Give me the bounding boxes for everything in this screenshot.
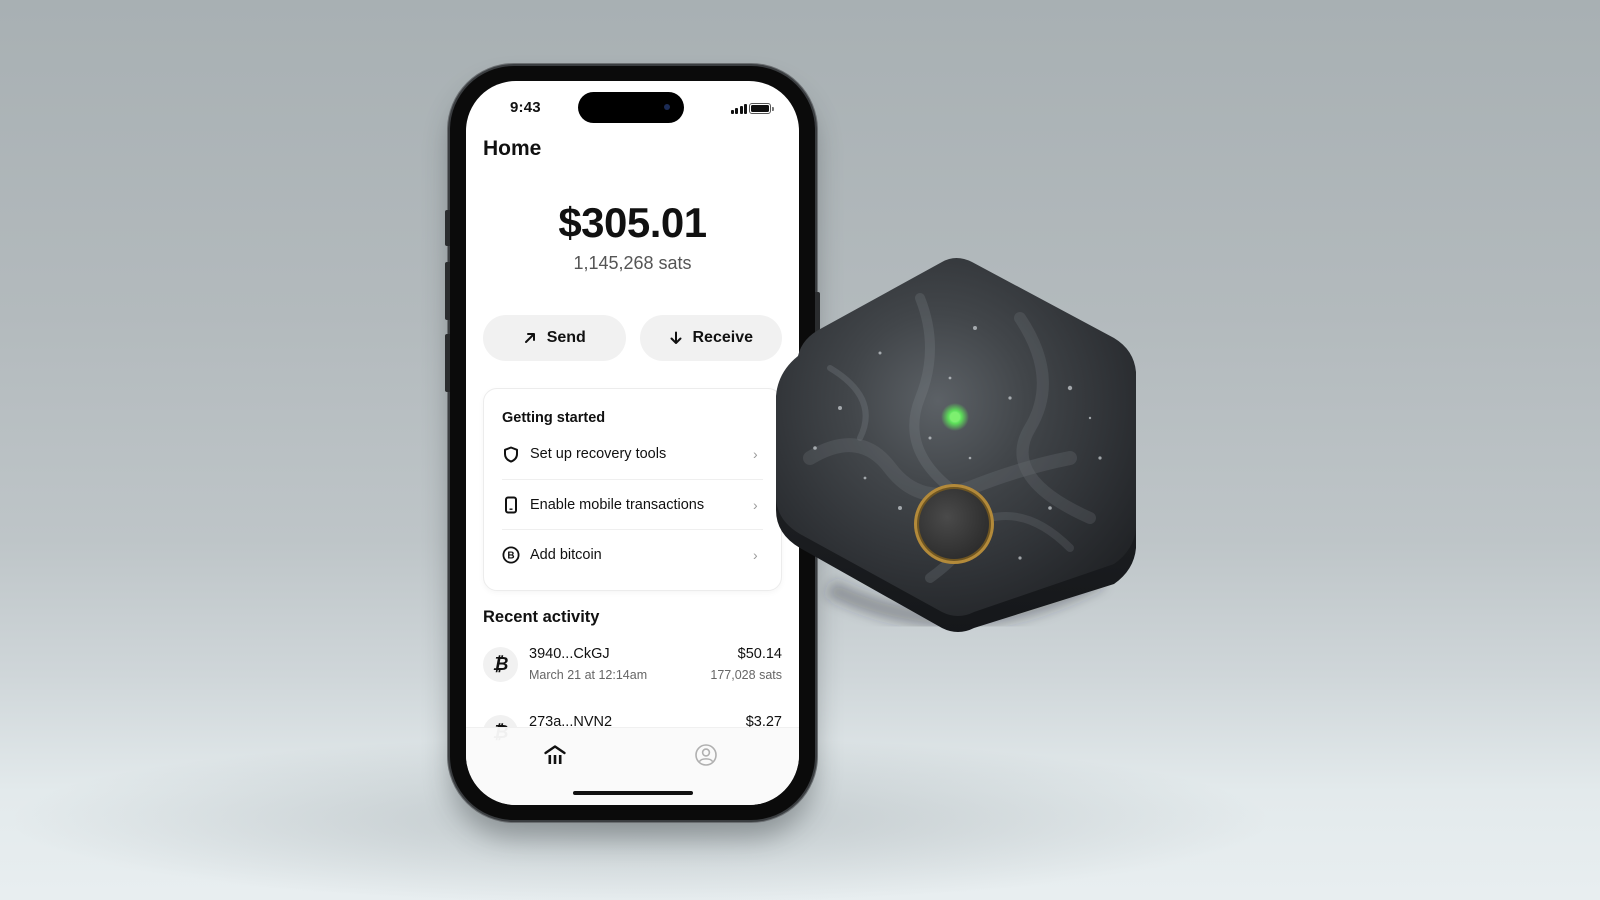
- bitcoin-circle-icon: B: [502, 546, 520, 564]
- chevron-right-icon: ›: [753, 546, 758, 563]
- shield-icon: [502, 445, 520, 463]
- add-bitcoin-item[interactable]: B Add bitcoin ›: [502, 529, 763, 579]
- action-button: [445, 210, 450, 246]
- item-label: Enable mobile transactions: [530, 496, 705, 513]
- arrow-up-right-icon: [524, 333, 535, 343]
- fingerprint-button[interactable]: [914, 484, 994, 564]
- phone-screen: 9:43 Home $305.01 1,145,268 sats Send Re…: [466, 81, 799, 805]
- send-button[interactable]: Send: [483, 315, 626, 361]
- status-bar: 9:43: [466, 81, 799, 135]
- send-label: Send: [546, 329, 586, 346]
- hardware-wallet-device: [770, 258, 1142, 638]
- user-circle-icon: [695, 744, 717, 766]
- tab-home[interactable]: [540, 740, 570, 770]
- item-label: Set up recovery tools: [530, 446, 667, 462]
- volume-up-button: [445, 262, 450, 320]
- card-title: Getting started: [502, 410, 606, 426]
- recent-activity-title: Recent activity: [483, 608, 600, 626]
- phone-mockup: 9:43 Home $305.01 1,145,268 sats Send Re…: [445, 66, 820, 820]
- dynamic-island: [578, 92, 684, 123]
- product-scene: 9:43 Home $305.01 1,145,268 sats Send Re…: [0, 0, 1600, 900]
- tab-bar: [466, 727, 799, 805]
- battery-icon: [749, 103, 774, 114]
- cellular-signal-icon: [730, 104, 747, 114]
- enable-mobile-transactions-item[interactable]: Enable mobile transactions ›: [502, 479, 763, 529]
- tx-date: March 21 at 12:14am: [529, 668, 648, 682]
- status-time: 9:43: [510, 99, 541, 116]
- bank-icon: [544, 745, 566, 764]
- item-label: Add bitcoin: [530, 546, 602, 563]
- setup-recovery-tools-item[interactable]: Set up recovery tools ›: [502, 429, 763, 479]
- tab-profile[interactable]: [691, 740, 721, 770]
- svg-text:B: B: [507, 550, 514, 561]
- tx-sats: 177,028 sats: [710, 668, 782, 682]
- action-buttons: Send Receive: [483, 315, 782, 361]
- receive-button[interactable]: Receive: [639, 315, 782, 361]
- receive-label: Receive: [692, 329, 754, 346]
- camera-icon: [664, 104, 670, 110]
- arrow-down-icon: [670, 331, 681, 344]
- tx-address: 3940...CkGJ: [529, 646, 610, 662]
- tx-amount: $50.14: [737, 646, 782, 662]
- phone-icon: [502, 496, 520, 514]
- page-title: Home: [483, 137, 542, 160]
- chevron-right-icon: ›: [753, 496, 758, 513]
- volume-down-button: [445, 334, 450, 392]
- hardware-wallet-illustration: [776, 258, 1136, 632]
- balance-usd: $305.01: [558, 199, 707, 246]
- bitcoin-icon: ₿: [483, 647, 518, 682]
- getting-started-card: Getting started Set up recovery tools › …: [483, 388, 782, 591]
- transaction-row[interactable]: ₿ 3940...CkGJ March 21 at 12:14am $50.14…: [483, 645, 782, 689]
- home-indicator[interactable]: [572, 791, 693, 795]
- chevron-right-icon: ›: [753, 446, 758, 462]
- balance-sats: 1,145,268 sats: [573, 253, 692, 273]
